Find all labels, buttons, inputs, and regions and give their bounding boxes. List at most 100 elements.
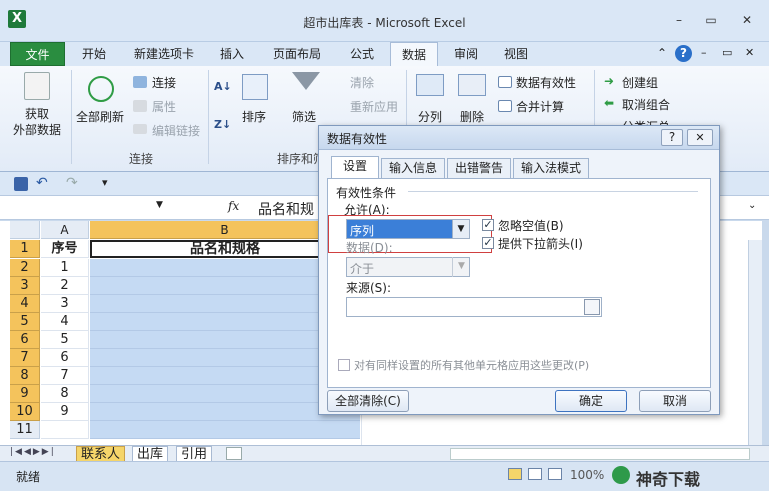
clear-all-button[interactable]: 全部清除(C) [327,390,409,412]
dialog-help-button[interactable]: ? [661,129,683,146]
cell-a[interactable]: 5 [41,331,89,349]
row-header[interactable]: 2 [10,259,40,277]
sheet-tab-reference[interactable]: 引用 [176,446,213,462]
fx-icon[interactable]: fx [228,199,239,213]
row-header[interactable]: 1 [10,240,40,258]
name-box-dropdown-icon[interactable]: ▼ [156,200,163,210]
sheet-tab-contacts[interactable]: 联系人 [76,446,126,462]
tab-settings[interactable]: 设置 [331,156,379,179]
range-select-icon[interactable] [584,299,600,315]
row-header[interactable]: 10 [10,403,40,421]
source-input[interactable] [346,297,602,317]
help-icon[interactable]: ? [675,45,692,62]
row-header[interactable]: 11 [10,421,40,439]
tab-formulas[interactable]: 公式 [340,42,384,66]
minimize-button[interactable]: – [668,12,690,28]
cancel-button[interactable]: 取消 [639,390,711,412]
row-header[interactable]: 6 [10,331,40,349]
row-header[interactable]: 8 [10,367,40,385]
sheet-nav-arrows-icon[interactable]: |◀◀▶▶| [10,447,56,457]
tab-new[interactable]: 新建选项卡 [124,42,204,66]
close-button[interactable]: ✕ [736,12,758,28]
ignore-blank-checkbox[interactable]: ✓ [482,219,494,231]
column-header-a[interactable]: A [41,221,89,239]
edit-links-button[interactable]: 编辑链接 [152,122,200,139]
workbook-restore-button[interactable]: ▭ [722,46,732,59]
save-icon[interactable] [14,177,28,191]
consolidate-button[interactable]: 合并计算 [516,98,564,115]
formula-input[interactable]: 品名和规 [258,199,314,219]
horizontal-scrollbar[interactable] [450,448,750,460]
sort-za-icon[interactable]: Z↓ [214,118,231,131]
tab-input-message[interactable]: 输入信息 [381,158,445,178]
cell-a[interactable]: 4 [41,313,89,331]
row-header[interactable]: 4 [10,295,40,313]
row-header[interactable]: 7 [10,349,40,367]
cell-a[interactable] [41,421,89,439]
tab-review[interactable]: 审阅 [444,42,488,66]
ok-button[interactable]: 确定 [555,390,627,412]
tab-insert[interactable]: 插入 [210,42,254,66]
restore-button[interactable]: ▭ [700,12,722,28]
text-to-columns-button[interactable]: 分列 [418,108,442,125]
refresh-all-button[interactable]: 全部刷新 [76,108,124,125]
data-validation-button[interactable]: 数据有效性 [516,74,576,91]
create-group-button[interactable]: 创建组 [622,74,658,91]
minimize-ribbon-icon[interactable]: ⌃ [657,46,667,60]
sort-az-icon[interactable]: A↓ [214,80,232,93]
tab-home[interactable]: 开始 [72,42,116,66]
tab-file[interactable]: 文件 [10,42,65,66]
tab-view[interactable]: 视图 [494,42,538,66]
sort-button[interactable]: 排序 [242,108,266,125]
apply-all-checkbox[interactable] [338,359,350,371]
row-header[interactable]: 9 [10,385,40,403]
tab-ime-mode[interactable]: 输入法模式 [513,158,589,178]
remove-duplicates-button[interactable]: 删除 [460,108,484,125]
workbook-close-button[interactable]: ✕ [745,46,754,59]
connections-button[interactable]: 连接 [152,74,176,91]
customize-qat-icon[interactable]: ▾ [102,176,108,189]
dialog-close-button[interactable]: ✕ [687,129,713,146]
remove-duplicates-icon [458,74,486,96]
cell-a1[interactable]: 序号 [41,240,89,258]
undo-icon[interactable]: ↶ [36,175,48,191]
apply-all-label: 对有同样设置的所有其他单元格应用这些更改(P) [354,359,590,372]
tab-data[interactable]: 数据 [390,42,438,66]
tab-error-alert[interactable]: 出错警告 [447,158,511,178]
cell-b-selected[interactable] [90,421,360,439]
normal-view-icon[interactable] [508,468,522,480]
text-to-columns-icon [416,74,444,96]
insert-sheet-icon[interactable] [226,447,242,460]
row-header[interactable]: 5 [10,313,40,331]
edit-links-icon [133,124,147,134]
cell-a[interactable]: 1 [41,259,89,277]
expand-formula-icon[interactable]: ⌄ [748,200,756,211]
status-bar: 就绪 100% 神奇下载 [0,461,769,491]
tab-page-layout[interactable]: 页面布局 [262,42,332,66]
filter-button[interactable]: 筛选 [292,108,316,125]
workbook-minimize-button[interactable]: – [701,46,707,59]
get-external-data-button[interactable]: 获取 外部数据 [6,106,68,138]
reapply-button[interactable]: 重新应用 [350,98,398,115]
clear-button[interactable]: 清除 [350,74,374,91]
cell-a[interactable]: 7 [41,367,89,385]
properties-button[interactable]: 属性 [152,98,176,115]
cell-a[interactable]: 6 [41,349,89,367]
dropdown-arrow-checkbox[interactable]: ✓ [482,237,494,249]
cell-a[interactable]: 9 [41,403,89,421]
row-header[interactable]: 3 [10,277,40,295]
page-break-view-icon[interactable] [548,468,562,480]
cell-a[interactable]: 8 [41,385,89,403]
page-layout-view-icon[interactable] [528,468,542,480]
sheet-tab-outbound[interactable]: 出库 [132,446,169,462]
ungroup-button[interactable]: 取消组合 [622,96,670,113]
cell-a[interactable]: 3 [41,295,89,313]
allow-dropdown-icon[interactable]: ▼ [452,219,470,239]
data-dropdown-icon[interactable]: ▼ [452,257,470,277]
select-all-corner[interactable] [10,221,40,239]
zoom-level[interactable]: 100% [570,468,604,482]
ungroup-arrow-icon: ⬅ [604,96,615,110]
cell-a[interactable]: 2 [41,277,89,295]
redo-icon[interactable]: ↷ [66,175,78,191]
vertical-scrollbar[interactable] [748,240,762,445]
